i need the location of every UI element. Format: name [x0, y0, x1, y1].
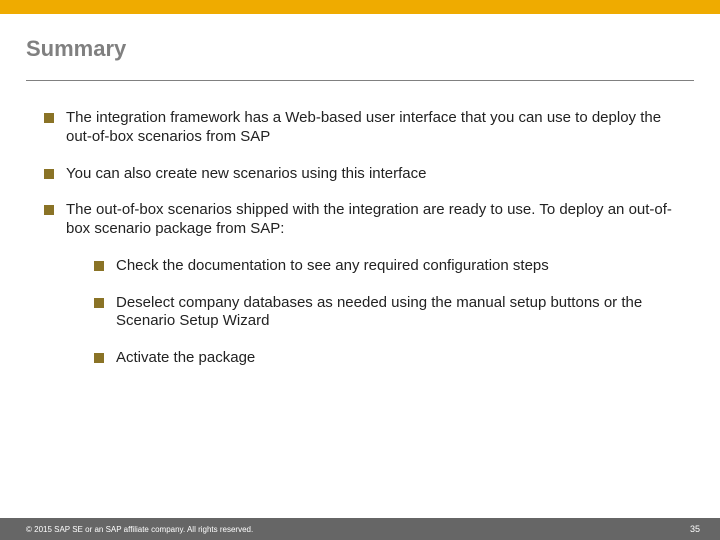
- bullet-item: The out-of-box scenarios shipped with th…: [44, 201, 676, 368]
- footer-left: © 2015 SAP SE or an SAP affiliate compan…: [26, 525, 253, 534]
- sub-bullet-item: Check the documentation to see any requi…: [94, 257, 676, 276]
- bullet-item: You can also create new scenarios using …: [44, 165, 676, 184]
- bullet-list: The integration framework has a Web-base…: [44, 109, 676, 368]
- sub-bullet-item: Deselect company databases as needed usi…: [94, 294, 676, 332]
- sub-bullet-text: Deselect company databases as needed usi…: [116, 294, 642, 330]
- slide: Summary The integration framework has a …: [0, 0, 720, 540]
- content-area: The integration framework has a Web-base…: [0, 81, 720, 518]
- bullet-item: The integration framework has a Web-base…: [44, 109, 676, 147]
- title-area: Summary: [0, 14, 720, 72]
- accent-bar: [0, 0, 720, 14]
- sub-bullet-text: Check the documentation to see any requi…: [116, 257, 549, 274]
- page-number: 35: [690, 524, 700, 534]
- sub-bullet-text: Activate the package: [116, 349, 255, 366]
- copyright-text: © 2015 SAP SE or an SAP affiliate compan…: [26, 525, 253, 534]
- bullet-text: The integration framework has a Web-base…: [66, 109, 661, 145]
- footer: © 2015 SAP SE or an SAP affiliate compan…: [0, 518, 720, 540]
- bullet-text: The out-of-box scenarios shipped with th…: [66, 201, 672, 237]
- bullet-text: You can also create new scenarios using …: [66, 165, 427, 182]
- slide-title: Summary: [26, 36, 694, 62]
- sub-bullet-list: Check the documentation to see any requi…: [94, 257, 676, 368]
- sub-bullet-item: Activate the package: [94, 349, 676, 368]
